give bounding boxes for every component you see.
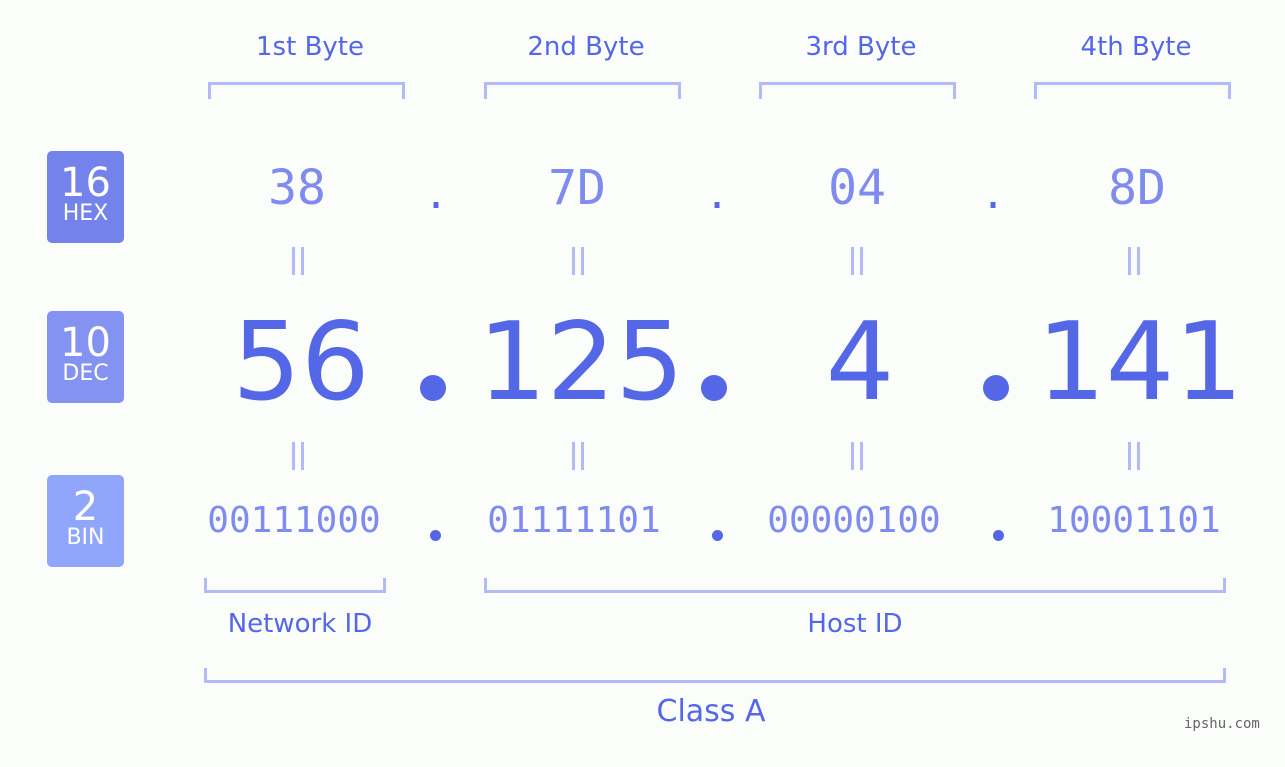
equals-icon bbox=[1124, 247, 1144, 275]
bin-value-4: 10001101 bbox=[1047, 500, 1221, 541]
bin-badge-label: BIN bbox=[66, 525, 105, 550]
bin-separator-2 bbox=[712, 530, 723, 541]
bin-value-2: 01111101 bbox=[487, 500, 661, 541]
byte-bracket-4 bbox=[1034, 82, 1231, 99]
hex-badge-base: 16 bbox=[60, 160, 111, 206]
equals-icon bbox=[847, 247, 867, 275]
hex-value-3: 04 bbox=[828, 160, 886, 216]
dec-separator-2 bbox=[701, 375, 727, 401]
network-id-bracket bbox=[204, 578, 386, 593]
bin-badge: 2 BIN bbox=[47, 475, 124, 567]
dec-badge-label: DEC bbox=[62, 361, 109, 386]
class-label: Class A bbox=[656, 694, 766, 729]
byte-label-4: 4th Byte bbox=[1080, 32, 1192, 62]
host-id-label: Host ID bbox=[807, 609, 903, 639]
hex-value-1: 38 bbox=[268, 160, 326, 216]
dec-badge-base: 10 bbox=[60, 320, 111, 366]
hex-value-4: 8D bbox=[1108, 160, 1166, 216]
hex-badge: 16 HEX bbox=[47, 151, 124, 243]
hex-separator-3: . bbox=[981, 172, 1006, 218]
dec-value-4: 141 bbox=[1036, 300, 1244, 425]
hex-badge-label: HEX bbox=[62, 201, 109, 226]
equals-icon bbox=[288, 442, 308, 470]
bin-value-1: 00111000 bbox=[207, 500, 381, 541]
byte-label-3: 3rd Byte bbox=[805, 32, 917, 62]
bin-separator-3 bbox=[993, 530, 1004, 541]
equals-icon bbox=[1124, 442, 1144, 470]
dec-separator-3 bbox=[983, 375, 1009, 401]
hex-separator-2: . bbox=[705, 172, 730, 218]
bin-value-3: 00000100 bbox=[767, 500, 941, 541]
byte-bracket-3 bbox=[759, 82, 956, 99]
bin-badge-base: 2 bbox=[72, 484, 99, 530]
byte-label-2: 2nd Byte bbox=[527, 32, 645, 62]
hex-value-2: 7D bbox=[548, 160, 606, 216]
byte-bracket-1 bbox=[208, 82, 405, 99]
network-id-label: Network ID bbox=[227, 609, 373, 639]
dec-value-2: 125 bbox=[477, 300, 685, 425]
dec-separator-1 bbox=[420, 375, 446, 401]
class-bracket bbox=[204, 668, 1226, 683]
byte-label-1: 1st Byte bbox=[256, 32, 364, 62]
equals-icon bbox=[568, 442, 588, 470]
dec-badge: 10 DEC bbox=[47, 311, 124, 403]
dec-value-1: 56 bbox=[232, 300, 370, 425]
byte-bracket-2 bbox=[484, 82, 681, 99]
bin-separator-1 bbox=[430, 530, 441, 541]
hex-separator-1: . bbox=[424, 172, 449, 218]
watermark: ipshu.com bbox=[1184, 716, 1260, 732]
host-id-bracket bbox=[484, 578, 1226, 593]
equals-icon bbox=[847, 442, 867, 470]
dec-value-3: 4 bbox=[825, 300, 895, 425]
equals-icon bbox=[288, 247, 308, 275]
equals-icon bbox=[568, 247, 588, 275]
